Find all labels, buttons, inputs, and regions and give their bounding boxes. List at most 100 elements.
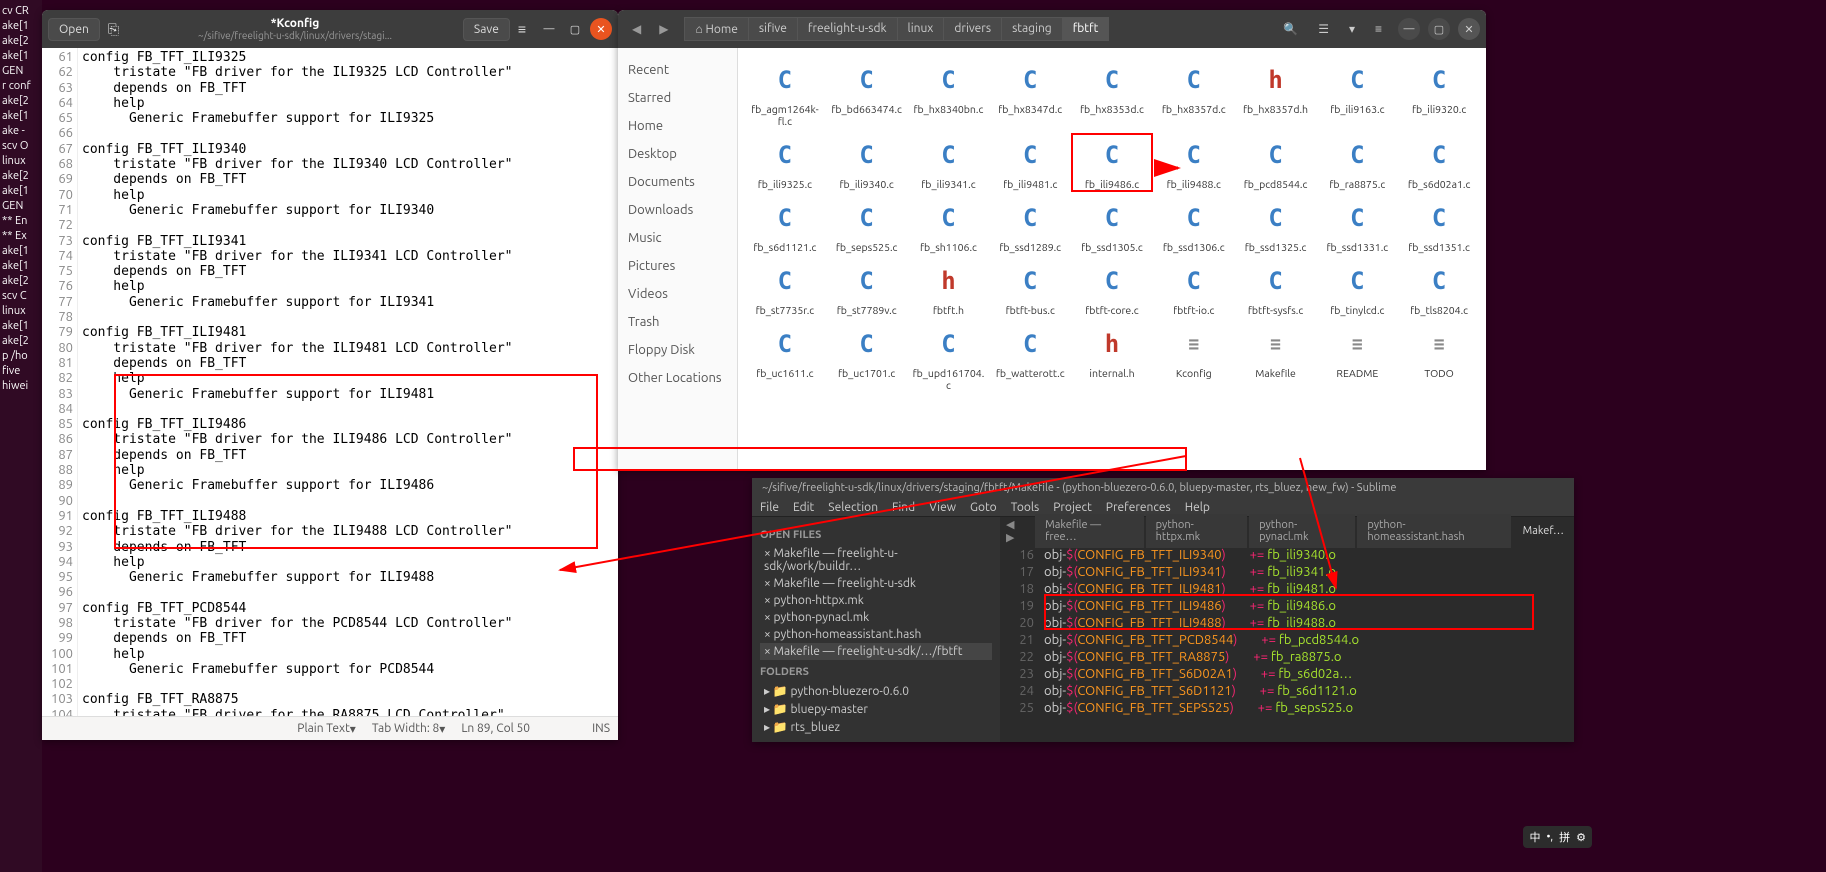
- tab[interactable]: Makef…: [1513, 520, 1574, 542]
- view-options-icon[interactable]: ▾: [1341, 18, 1363, 40]
- crumb-sifive[interactable]: sifive: [748, 17, 798, 41]
- minimize-button[interactable]: —: [1398, 18, 1420, 40]
- menu-item[interactable]: File: [760, 501, 779, 514]
- minimize-button[interactable]: —: [538, 18, 560, 40]
- ime-button[interactable]: 拼: [1559, 829, 1570, 845]
- close-button[interactable]: ✕: [590, 18, 612, 40]
- file-item[interactable]: Cfb_tinylcd.c: [1318, 261, 1396, 316]
- tab[interactable]: python-pynacl.mk: [1249, 514, 1355, 548]
- file-item[interactable]: Cfb_bd663474.c: [828, 60, 906, 127]
- maximize-button[interactable]: ▢: [564, 18, 586, 40]
- crumb-staging[interactable]: staging: [1001, 17, 1063, 41]
- tab[interactable]: python-httpx.mk: [1146, 514, 1247, 548]
- file-item[interactable]: Cfb_watterott.c: [991, 324, 1069, 391]
- crumb-linux[interactable]: linux: [897, 17, 945, 41]
- open-file-item[interactable]: × Makefile — freelight-u-sdk/work/buildr…: [760, 545, 992, 575]
- file-item[interactable]: Cfb_ssd1306.c: [1155, 198, 1233, 253]
- crumb-drivers[interactable]: drivers: [943, 17, 1002, 41]
- file-item[interactable]: Cfb_upd161704.c: [910, 324, 988, 391]
- tab[interactable]: python-homeassistant.hash: [1357, 514, 1510, 548]
- file-item[interactable]: Cfb_hx8357d.c: [1155, 60, 1233, 127]
- file-grid[interactable]: Cfb_agm1264k-fl.cCfb_bd663474.cCfb_hx834…: [738, 48, 1486, 470]
- file-item[interactable]: Cfb_st7735r.c: [746, 261, 824, 316]
- hamburger-icon[interactable]: ≡: [1367, 18, 1390, 40]
- menu-item[interactable]: Find: [892, 501, 915, 514]
- file-item[interactable]: Cfb_st7789v.c: [828, 261, 906, 316]
- sidebar-item[interactable]: Home: [618, 112, 737, 140]
- file-item[interactable]: Cfb_tls8204.c: [1400, 261, 1478, 316]
- language-select[interactable]: Plain Text ▾: [297, 722, 356, 736]
- file-item[interactable]: hfbtft.h: [910, 261, 988, 316]
- sidebar-item[interactable]: Desktop: [618, 140, 737, 168]
- new-tab-icon[interactable]: ⎘: [100, 17, 127, 42]
- forward-button[interactable]: ▶: [651, 18, 676, 40]
- folder-item[interactable]: ▸ 📁 bluepy-master: [760, 700, 992, 718]
- open-file-item[interactable]: × Makefile — freelight-u-sdk/…/fbtft: [760, 643, 992, 660]
- file-item[interactable]: ≡Kconfig: [1155, 324, 1233, 391]
- list-view-icon[interactable]: ☰: [1310, 18, 1337, 40]
- file-item[interactable]: Cfb_ili9481.c: [991, 135, 1069, 190]
- file-item[interactable]: Cfb_ili9341.c: [910, 135, 988, 190]
- open-file-item[interactable]: × python-pynacl.mk: [760, 609, 992, 626]
- sidebar-item[interactable]: Other Locations: [618, 364, 737, 392]
- file-item[interactable]: Cfbtft-io.c: [1155, 261, 1233, 316]
- tab-bar[interactable]: ◀ ▶ Makefile — free…python-httpx.mkpytho…: [1000, 517, 1574, 545]
- sidebar-item[interactable]: Documents: [618, 168, 737, 196]
- menu-item[interactable]: Edit: [793, 501, 814, 514]
- file-item[interactable]: Cfb_ili9340.c: [828, 135, 906, 190]
- folder-item[interactable]: ▸ 📁 rts_bluez: [760, 718, 992, 736]
- file-item[interactable]: Cfb_ssd1351.c: [1400, 198, 1478, 253]
- crumb-fbtft[interactable]: fbtft: [1062, 17, 1110, 41]
- file-item[interactable]: Cfb_ssd1305.c: [1073, 198, 1151, 253]
- file-item[interactable]: Cfb_ili9486.c: [1073, 135, 1151, 190]
- file-item[interactable]: Cfb_ili9163.c: [1318, 60, 1396, 127]
- sidebar-item[interactable]: Videos: [618, 280, 737, 308]
- tab[interactable]: Makefile — free…: [1035, 514, 1143, 548]
- sidebar-item[interactable]: Downloads: [618, 196, 737, 224]
- back-button[interactable]: ◀: [624, 18, 649, 40]
- open-file-item[interactable]: × python-homeassistant.hash: [760, 626, 992, 643]
- file-item[interactable]: Cfb_ssd1325.c: [1237, 198, 1315, 253]
- file-item[interactable]: Cfb_ssd1289.c: [991, 198, 1069, 253]
- menu-item[interactable]: Tools: [1011, 501, 1040, 514]
- file-item[interactable]: Cfb_hx8340bn.c: [910, 60, 988, 127]
- tab-width-select[interactable]: Tab Width: 8 ▾: [372, 722, 445, 736]
- code-area[interactable]: config FB_TFT_ILI9325 tristate "FB drive…: [78, 48, 618, 716]
- file-item[interactable]: Cfb_hx8347d.c: [991, 60, 1069, 127]
- file-item[interactable]: Cfb_ra8875.c: [1318, 135, 1396, 190]
- sidebar-item[interactable]: Pictures: [618, 252, 737, 280]
- search-icon[interactable]: 🔍: [1275, 18, 1306, 40]
- menu-item[interactable]: Goto: [970, 501, 997, 514]
- hamburger-icon[interactable]: ≡: [510, 17, 534, 41]
- sidebar-item[interactable]: Music: [618, 224, 737, 252]
- file-item[interactable]: Cfb_uc1611.c: [746, 324, 824, 391]
- ime-toolbar[interactable]: 中•,拼⚙: [1523, 826, 1592, 848]
- file-item[interactable]: Cfbtft-bus.c: [991, 261, 1069, 316]
- save-button[interactable]: Save: [463, 18, 510, 41]
- sidebar-item[interactable]: Recent: [618, 56, 737, 84]
- open-button[interactable]: Open: [48, 18, 100, 41]
- ime-button[interactable]: 中: [1529, 829, 1540, 845]
- file-item[interactable]: Cfb_ili9325.c: [746, 135, 824, 190]
- file-item[interactable]: Cfb_agm1264k-fl.c: [746, 60, 824, 127]
- crumb-home[interactable]: ⌂ Home: [684, 17, 748, 41]
- file-item[interactable]: ≡Makefile: [1237, 324, 1315, 391]
- file-item[interactable]: Cfb_s6d02a1.c: [1400, 135, 1478, 190]
- file-item[interactable]: Cfb_s6d1121.c: [746, 198, 824, 253]
- sidebar-item[interactable]: Trash: [618, 308, 737, 336]
- menu-item[interactable]: Project: [1053, 501, 1092, 514]
- file-item[interactable]: Cfb_seps525.c: [828, 198, 906, 253]
- sidebar-item[interactable]: Starred: [618, 84, 737, 112]
- file-item[interactable]: Cfbtft-sysfs.c: [1237, 261, 1315, 316]
- file-item[interactable]: hinternal.h: [1073, 324, 1151, 391]
- file-item[interactable]: ≡TODO: [1400, 324, 1478, 391]
- file-item[interactable]: Cfb_uc1701.c: [828, 324, 906, 391]
- file-item[interactable]: Cfbtft-core.c: [1073, 261, 1151, 316]
- menu-item[interactable]: View: [929, 501, 956, 514]
- file-item[interactable]: hfb_hx8357d.h: [1237, 60, 1315, 127]
- menu-item[interactable]: Help: [1185, 501, 1210, 514]
- tab-nav-icon[interactable]: ◀ ▶: [1006, 518, 1025, 544]
- file-item[interactable]: Cfb_pcd8544.c: [1237, 135, 1315, 190]
- folder-item[interactable]: ▸ 📁 python-bluezero-0.6.0: [760, 682, 992, 700]
- menu-item[interactable]: Preferences: [1106, 501, 1171, 514]
